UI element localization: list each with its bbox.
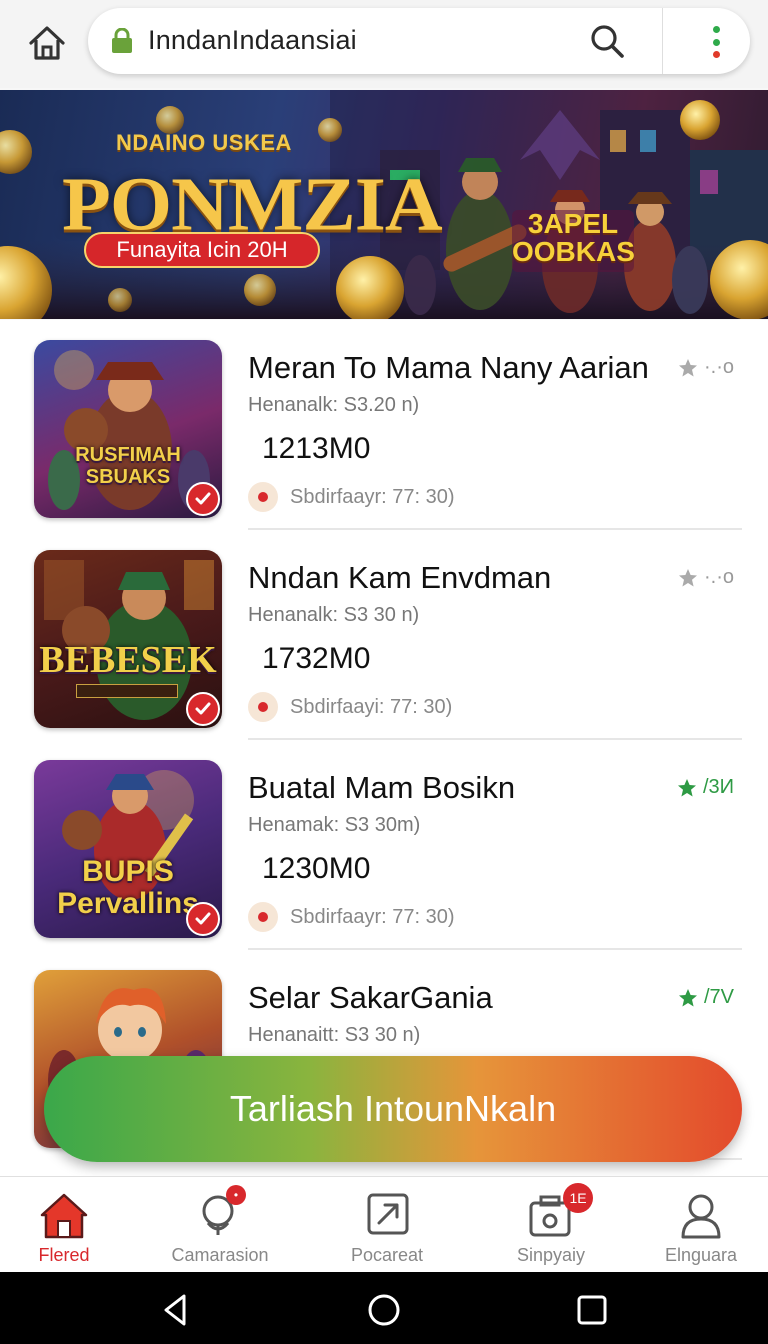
banner-cta-pill[interactable]: Funayita Icin 20H xyxy=(84,232,320,268)
item-subtitle: Henanalk: S3.20 n) xyxy=(248,394,420,416)
item-subtitle: Henanaitt: S3 30 n) xyxy=(248,1024,421,1046)
nav-label: Flered xyxy=(38,1245,90,1265)
item-status: Sbdirfaayr: 77: 30) xyxy=(248,902,455,932)
game-thumbnail[interactable]: BEBESEK xyxy=(34,550,222,728)
list-item[interactable]: BUPIS Pervallins Buatal Mam Bosikn Henam… xyxy=(0,740,768,950)
nav-label: Sinpyaiy xyxy=(516,1245,586,1265)
verified-check-badge xyxy=(186,482,220,516)
nav-item-pocareat[interactable]: Pocareat xyxy=(312,1177,462,1273)
promo-banner[interactable]: NDAINO USKEA PONMZIA Funayita Icin 20H 3… xyxy=(0,90,768,319)
status-dot-icon xyxy=(248,902,278,932)
nav-notification-badge: 1E xyxy=(563,1183,593,1213)
star-icon xyxy=(677,778,696,796)
item-status-text: Sbdirfaayr: 77: 30) xyxy=(290,905,455,928)
game-thumbnail[interactable]: BUPIS Pervallins xyxy=(34,760,222,938)
item-status-text: Sbdirfaayi: 77: 30) xyxy=(290,695,453,718)
item-rating: /7V xyxy=(678,986,734,1009)
verified-check-badge xyxy=(186,902,220,936)
search-button[interactable] xyxy=(588,22,628,62)
banner-badge-line2: OOBKAS xyxy=(512,236,635,267)
item-rating-text: ·.·o xyxy=(704,356,734,378)
nav-item-sinpyaiy[interactable]: 1E Sinpyaiy xyxy=(476,1177,626,1273)
nav-icon-wrapper: 1E xyxy=(525,1183,593,1239)
item-title[interactable]: Buatal Mam Bosikn xyxy=(248,770,515,806)
home-icon xyxy=(29,26,65,60)
list-item[interactable]: RUSFIMAH SBUAKS Meran To Mama Nany Aaria… xyxy=(0,320,768,530)
item-title[interactable]: Nndan Kam Envdman xyxy=(248,560,551,596)
banner-game-badge: 3APEL OOBKAS xyxy=(512,208,635,272)
nav-label: Camarasion xyxy=(171,1245,269,1265)
browser-top-bar: InndanIndaansiai xyxy=(0,0,768,88)
item-rating: /3И xyxy=(677,776,734,799)
nav-notification-dot: • xyxy=(226,1185,246,1205)
item-rating-text: ·.·o xyxy=(704,566,734,588)
bottom-navigation: Flered • Camarasion Pocareat 1E Sinpyaiy… xyxy=(0,1176,768,1272)
game-list: RUSFIMAH SBUAKS Meran To Mama Nany Aaria… xyxy=(0,320,768,1176)
share-icon xyxy=(367,1193,409,1235)
star-icon xyxy=(679,568,697,586)
item-rating-text: /7V xyxy=(703,986,734,1008)
item-title[interactable]: Meran To Mama Nany Aarian xyxy=(248,350,649,386)
nav-item-camarasion[interactable]: • Camarasion xyxy=(145,1177,295,1273)
checkmark-icon xyxy=(195,912,211,925)
checkmark-icon xyxy=(195,702,211,715)
banner-badge-line1: 3APEL xyxy=(527,208,619,239)
kebab-menu-icon xyxy=(712,26,720,33)
game-thumbnail[interactable]: RUSFIMAH SBUAKS xyxy=(34,340,222,518)
system-navigation-bar xyxy=(0,1272,768,1344)
status-dot-icon xyxy=(248,482,278,512)
star-icon xyxy=(678,988,697,1006)
search-icon xyxy=(591,25,624,58)
item-amount: 1732M0 xyxy=(262,642,371,675)
nav-label: Pocareat xyxy=(350,1245,424,1265)
item-rating: ·.·o xyxy=(678,566,734,589)
back-icon[interactable] xyxy=(158,1292,194,1328)
item-amount: 1213M0 xyxy=(262,432,371,465)
primary-cta-button[interactable]: Tarliash IntounNkaln xyxy=(44,1056,742,1162)
nav-item-home[interactable]: Flered xyxy=(0,1177,139,1273)
home-circle-icon[interactable] xyxy=(366,1292,402,1328)
home-icon xyxy=(40,1193,88,1239)
address-bar[interactable]: InndanIndaansiai xyxy=(88,8,750,74)
home-button[interactable] xyxy=(24,20,70,66)
item-status: Sbdirfaayr: 77: 30) xyxy=(248,482,455,512)
address-bar-divider xyxy=(662,8,663,74)
nav-icon-wrapper: • xyxy=(194,1185,246,1239)
status-dot-icon xyxy=(248,692,278,722)
verified-check-badge xyxy=(186,692,220,726)
recents-icon[interactable] xyxy=(574,1292,610,1328)
item-amount: 1230M0 xyxy=(262,852,371,885)
nav-item-elnguara[interactable]: Elnguara xyxy=(626,1177,768,1273)
game-thumbnail-label: BEBESEK xyxy=(39,639,217,681)
list-item[interactable]: BEBESEK Nndan Kam Envdman Henanalk: S3 3… xyxy=(0,530,768,740)
address-bar-url[interactable]: InndanIndaansiai xyxy=(148,25,357,56)
item-subtitle: Henamak: S3 30m) xyxy=(248,814,421,836)
user-icon xyxy=(681,1194,721,1239)
lock-icon xyxy=(112,28,132,53)
item-subtitle: Henanalk: S3 30 n) xyxy=(248,604,420,626)
item-rating: ·.·o xyxy=(678,356,734,379)
thumbnail-banner-strip xyxy=(76,684,178,698)
game-thumbnail-label: RUSFIMAH SBUAKS xyxy=(75,444,181,488)
nav-label: Elnguara xyxy=(664,1245,738,1265)
item-status-text: Sbdirfaayr: 77: 30) xyxy=(290,485,455,508)
item-rating-text: /3И xyxy=(702,776,734,798)
banner-kicker: NDAINO USKEA xyxy=(116,130,292,155)
checkmark-icon xyxy=(195,492,211,505)
star-icon xyxy=(679,358,697,376)
item-title[interactable]: Selar SakarGania xyxy=(248,980,493,1016)
browser-menu-button[interactable] xyxy=(700,22,732,62)
item-status: Sbdirfaayi: 77: 30) xyxy=(248,692,452,722)
